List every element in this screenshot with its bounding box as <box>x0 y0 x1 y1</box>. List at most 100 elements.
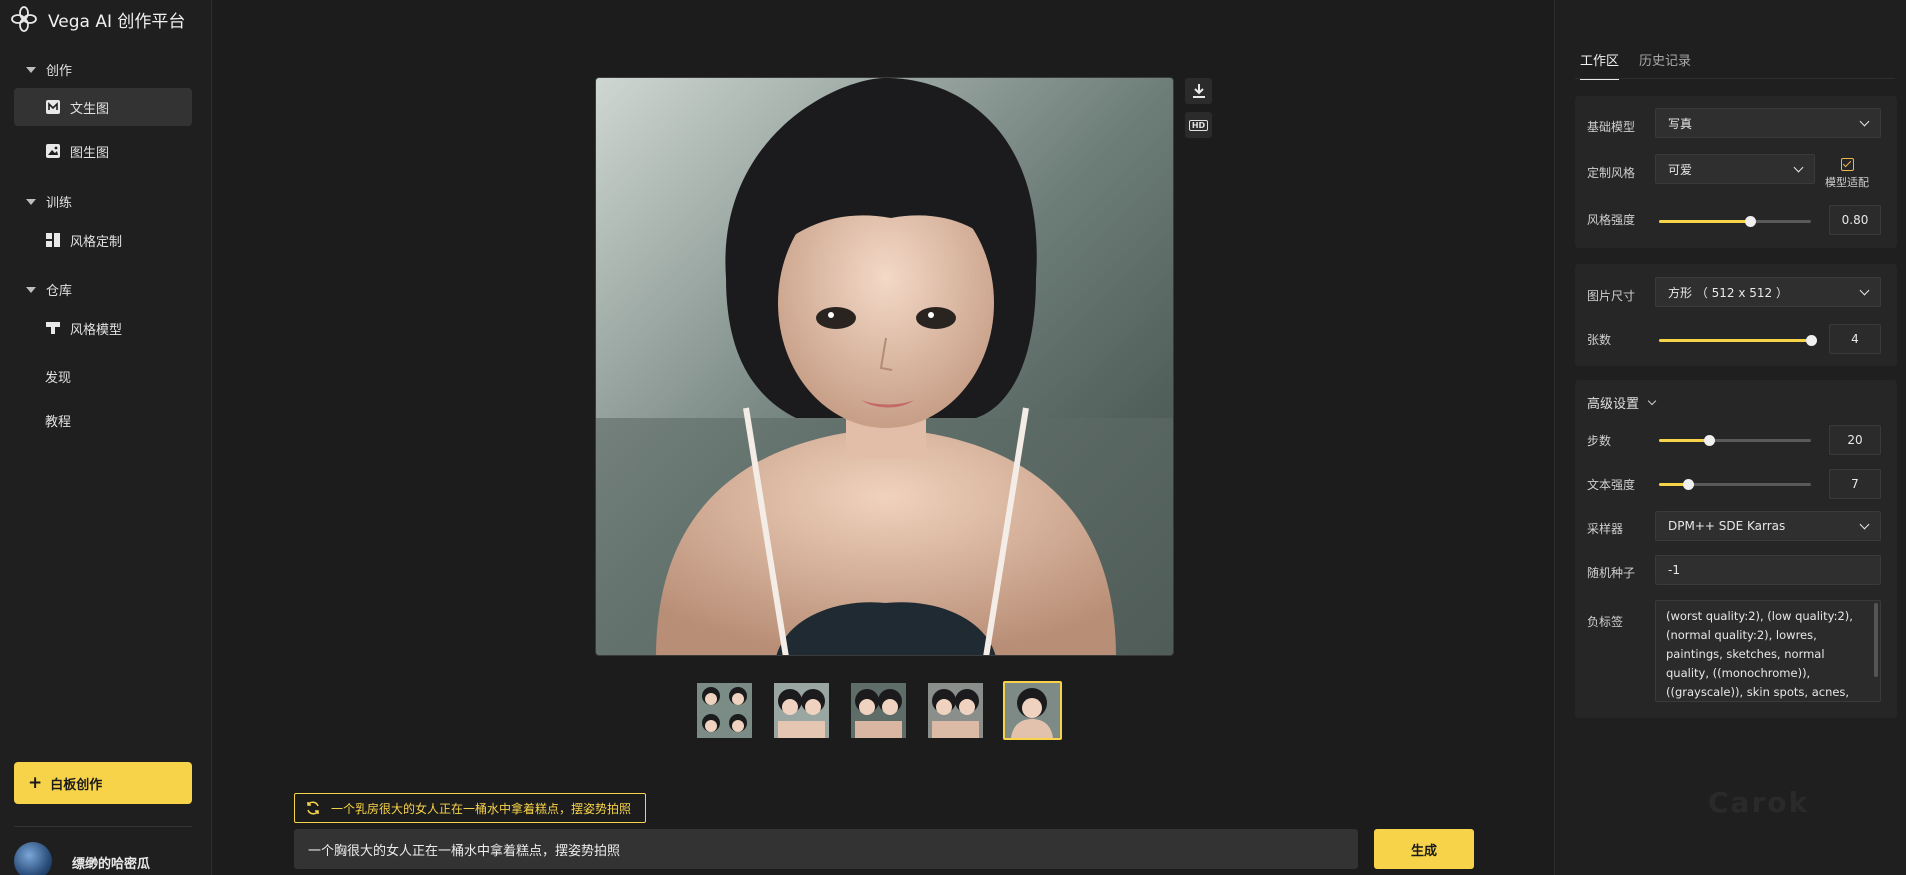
base-model-value: 写真 <box>1668 116 1693 131</box>
sidebar-link-tutorial[interactable]: 教程 <box>45 411 71 430</box>
thumbnail[interactable] <box>695 681 754 740</box>
vega-logo-icon <box>11 6 37 32</box>
download-button[interactable] <box>1185 78 1212 104</box>
thumbnail[interactable] <box>849 681 908 740</box>
sampler-label: 采样器 <box>1587 522 1624 536</box>
count-label: 张数 <box>1587 333 1612 347</box>
seed-value: -1 <box>1668 563 1680 577</box>
caret-down-icon <box>26 198 36 205</box>
style-strength-slider[interactable] <box>1659 216 1811 227</box>
negative-prompt-text: (worst quality:2), (low quality:2), (nor… <box>1666 609 1853 699</box>
plus-icon: + <box>28 773 43 793</box>
sidebar-item-label: 风格模型 <box>70 322 123 338</box>
prompt-suggestion[interactable]: 一个乳房很大的女人正在一桶水中拿着糕点，摆姿势拍照 <box>294 793 647 823</box>
caret-down-icon <box>26 286 36 293</box>
suggestion-text: 一个乳房很大的女人正在一桶水中拿着糕点，摆姿势拍照 <box>331 801 632 816</box>
section-label: 创作 <box>46 64 73 79</box>
slider-handle[interactable] <box>1745 216 1757 227</box>
text-strength-value[interactable]: 7 <box>1829 469 1881 499</box>
prompt-input[interactable]: 一个胸很大的女人正在一桶水中拿着糕点，摆姿势拍照 <box>294 829 1358 869</box>
seed-input[interactable]: -1 <box>1655 555 1881 585</box>
steps-value[interactable]: 20 <box>1829 425 1881 455</box>
slider-handle[interactable] <box>1806 335 1817 346</box>
custom-style-label: 定制风格 <box>1587 166 1636 180</box>
sidebar-item-label: 图生图 <box>70 145 110 161</box>
count-slider[interactable] <box>1659 335 1817 346</box>
generated-image[interactable] <box>595 77 1174 656</box>
settings-panel: 工作区 历史记录 基础模型 写真 定制风格 可爱 模型适配 风格强度 0.80 … <box>1554 0 1906 875</box>
watermark: Carok <box>1708 786 1810 819</box>
chevron-down-icon <box>1793 162 1804 172</box>
advanced-label: 高级设置 <box>1587 397 1640 412</box>
thumbnail-selected[interactable] <box>1003 681 1062 740</box>
advanced-card: 高级设置 步数 20 文本强度 7 采样器 DPM++ SDE Karras 随… <box>1575 380 1897 718</box>
style-custom-icon <box>46 233 60 247</box>
sampler-select[interactable]: DPM++ SDE Karras <box>1655 511 1881 541</box>
thumbnail[interactable] <box>926 681 985 740</box>
count-value[interactable]: 4 <box>1829 324 1881 354</box>
base-model-select[interactable]: 写真 <box>1655 108 1881 138</box>
slider-handle[interactable] <box>1682 479 1694 490</box>
image-image-icon <box>46 144 60 158</box>
hd-button[interactable]: HD <box>1185 112 1212 138</box>
negative-prompt-textarea[interactable]: (worst quality:2), (low quality:2), (nor… <box>1655 600 1881 702</box>
scrollbar[interactable] <box>1874 603 1878 677</box>
chevron-down-icon <box>1859 519 1870 529</box>
section-create[interactable]: 创作 <box>26 60 72 79</box>
sidebar-item-image-to-image[interactable]: 图生图 <box>14 132 192 170</box>
base-model-label: 基础模型 <box>1587 120 1636 134</box>
thumbnail[interactable] <box>772 681 831 740</box>
section-repo[interactable]: 仓库 <box>26 280 72 299</box>
tab-history[interactable]: 历史记录 <box>1639 50 1691 80</box>
image-size-label: 图片尺寸 <box>1587 289 1636 303</box>
sidebar-item-text-to-image[interactable]: 文生图 <box>14 88 192 126</box>
negative-label: 负标签 <box>1587 615 1624 629</box>
text-strength-label: 文本强度 <box>1587 478 1636 492</box>
steps-label: 步数 <box>1587 434 1612 448</box>
model-adapt-label: 模型适配 <box>1825 176 1869 189</box>
chevron-down-icon <box>1859 116 1870 126</box>
brand[interactable]: Vega AI 创作平台 <box>10 4 185 34</box>
sampler-value: DPM++ SDE Karras <box>1668 519 1786 533</box>
style-strength-label: 风格强度 <box>1587 213 1636 227</box>
style-strength-value[interactable]: 0.80 <box>1829 205 1881 235</box>
model-card: 基础模型 写真 定制风格 可爱 模型适配 风格强度 0.80 <box>1575 96 1897 248</box>
sidebar-item-style-model[interactable]: 风格模型 <box>14 309 192 347</box>
steps-slider[interactable] <box>1659 435 1811 446</box>
portrait-image <box>596 78 1173 655</box>
tab-workspace[interactable]: 工作区 <box>1580 50 1620 80</box>
caret-down-icon <box>26 66 36 73</box>
checkbox-checked-icon <box>1840 158 1854 171</box>
custom-style-value: 可爱 <box>1668 162 1693 177</box>
divider <box>1575 78 1895 79</box>
slider-handle[interactable] <box>1704 435 1716 446</box>
sidebar-item-label: 风格定制 <box>70 234 123 250</box>
slider-fill <box>1659 439 1710 442</box>
whiteboard-button[interactable]: + 白板创作 <box>14 762 192 804</box>
advanced-toggle[interactable]: 高级设置 <box>1587 393 1657 412</box>
sidebar: Vega AI 创作平台 创作 文生图 图生图 训练 风格定制 仓库 风格模型 <box>0 0 212 875</box>
hd-icon: HD <box>1188 119 1209 131</box>
section-label: 仓库 <box>46 284 73 299</box>
avatar[interactable] <box>14 842 52 875</box>
image-size-value: 方形 （ 512 x 512 ） <box>1668 285 1788 300</box>
section-train[interactable]: 训练 <box>26 192 72 211</box>
model-adapt-checkbox[interactable]: 模型适配 <box>1825 158 1869 190</box>
sidebar-item-style-custom[interactable]: 风格定制 <box>14 221 192 259</box>
sidebar-link-discover[interactable]: 发现 <box>45 367 71 386</box>
image-size-select[interactable]: 方形 （ 512 x 512 ） <box>1655 277 1881 307</box>
thumbnail-strip <box>695 681 1062 740</box>
download-icon <box>1192 84 1205 98</box>
panel-tabs: 工作区 历史记录 <box>1580 50 1691 80</box>
chevron-down-icon <box>1859 285 1870 295</box>
text-image-icon <box>46 100 60 114</box>
divider <box>14 826 192 827</box>
chevron-down-icon <box>1647 396 1657 405</box>
generate-button[interactable]: 生成 <box>1374 829 1474 869</box>
app-title: Vega AI 创作平台 <box>48 11 186 32</box>
text-strength-slider[interactable] <box>1659 479 1811 490</box>
prompt-text: 一个胸很大的女人正在一桶水中拿着糕点，摆姿势拍照 <box>308 843 621 859</box>
sidebar-item-label: 文生图 <box>70 101 110 117</box>
refresh-icon <box>307 801 319 815</box>
custom-style-select[interactable]: 可爱 <box>1655 154 1815 184</box>
